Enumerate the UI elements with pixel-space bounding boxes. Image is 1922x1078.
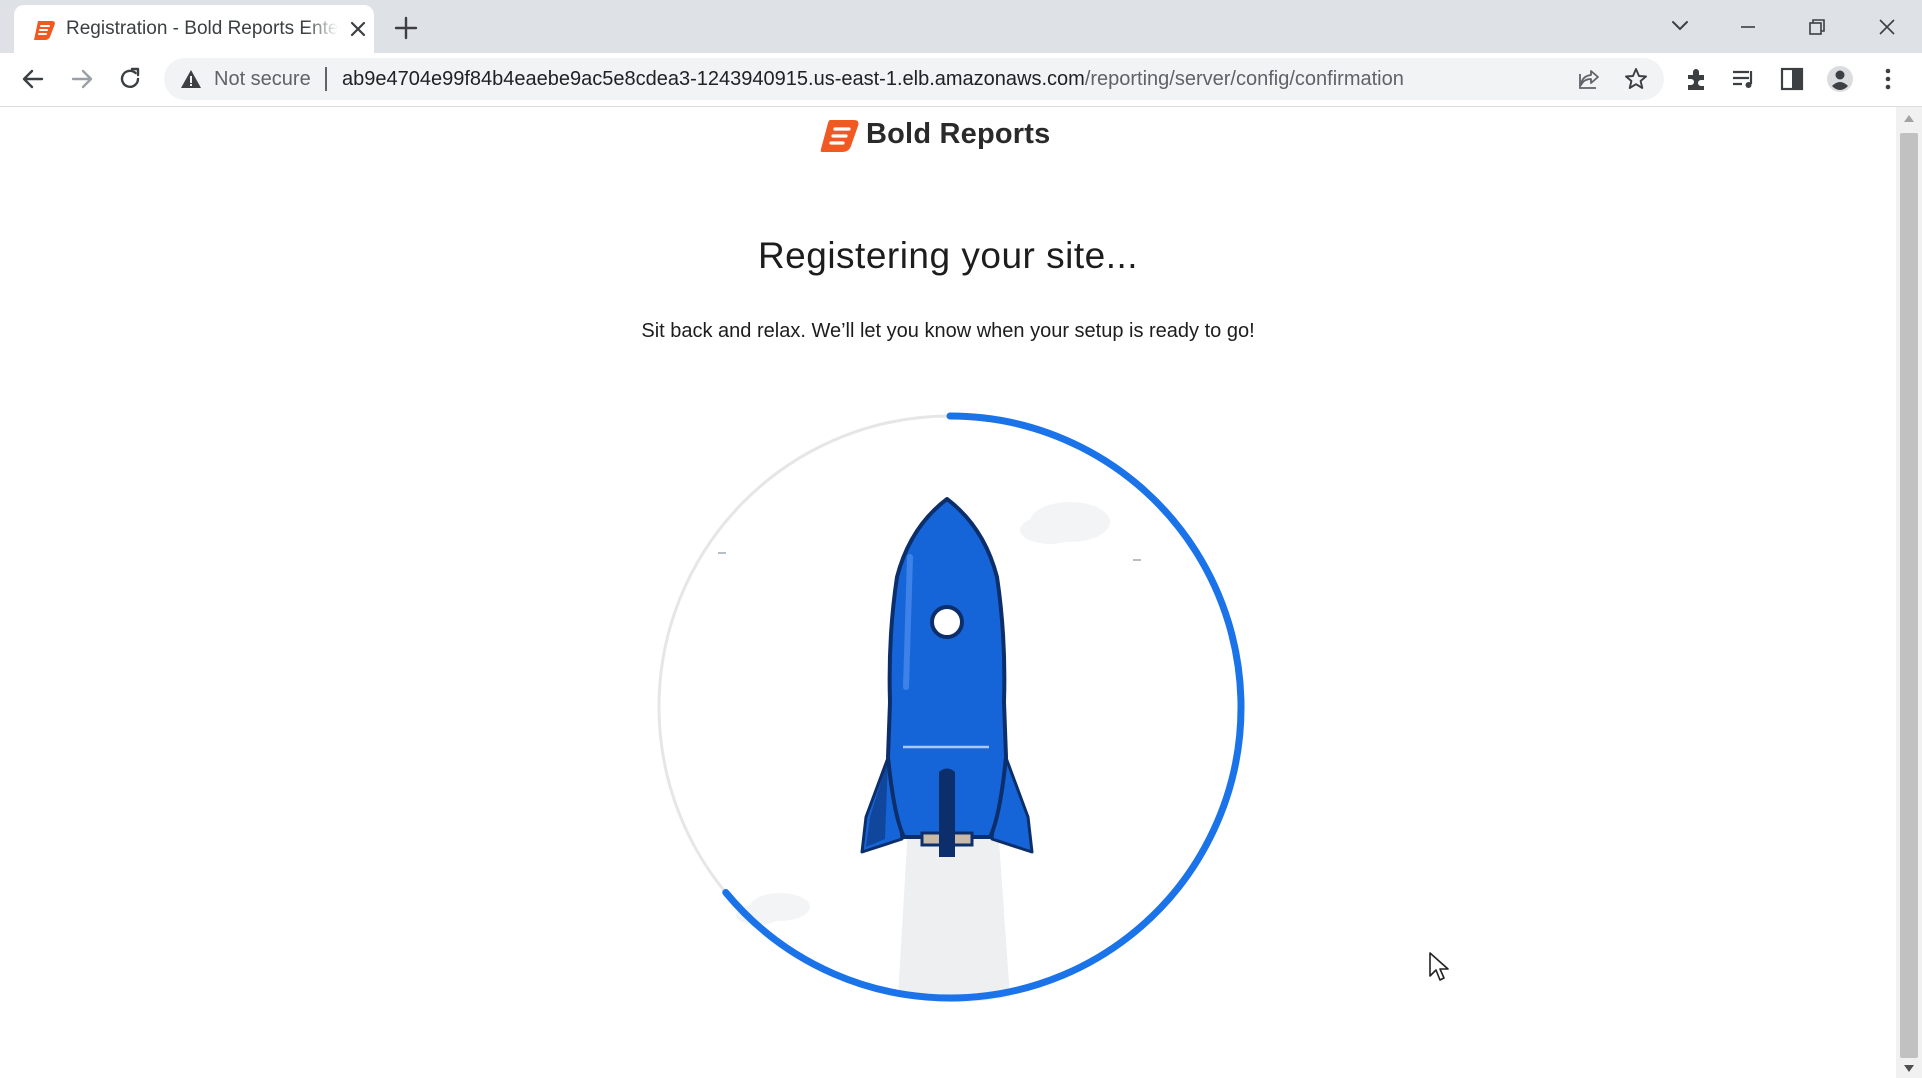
url-text[interactable]: ab9e4704e99f84b4eaebe9ac5e8cdea3-1243940… xyxy=(342,68,1404,91)
browser-toolbar: Not secure ab9e4704e99f84b4eaebe9ac5e8cd… xyxy=(0,53,1922,107)
back-icon[interactable] xyxy=(18,64,48,94)
not-secure-label[interactable]: Not secure xyxy=(214,68,311,91)
profile-icon[interactable] xyxy=(1825,64,1855,94)
registration-progress-loader xyxy=(657,412,1245,1002)
browser-tab[interactable]: Registration - Bold Reports Enterprise xyxy=(14,5,374,53)
page-subtitle: Sit back and relax. We’ll let you know w… xyxy=(641,320,1255,342)
bold-reports-favicon-icon xyxy=(34,21,55,40)
tab-strip: Registration - Bold Reports Enterprise xyxy=(0,0,1922,53)
new-tab-plus-icon[interactable] xyxy=(392,14,420,42)
tab-title: Registration - Bold Reports Enterprise xyxy=(66,18,338,39)
scroll-up-arrow-icon[interactable] xyxy=(1904,115,1914,122)
forward-icon[interactable] xyxy=(67,64,97,94)
rocket-illustration xyxy=(860,497,1034,857)
scrollbar-thumb[interactable] xyxy=(1900,133,1918,1058)
bookmark-star-icon[interactable] xyxy=(1623,66,1649,92)
brand-name: Bold Reports xyxy=(866,118,1051,150)
bold-reports-logo-icon xyxy=(820,120,859,152)
scroll-down-arrow-icon[interactable] xyxy=(1904,1065,1914,1072)
media-control-icon[interactable] xyxy=(1729,64,1759,94)
close-window-icon[interactable] xyxy=(1870,10,1904,44)
page-scrollbar[interactable] xyxy=(1896,107,1922,1078)
tab-search-icon[interactable] xyxy=(1667,13,1693,39)
warning-icon[interactable] xyxy=(180,68,202,90)
omnibox-separator xyxy=(325,67,327,91)
reload-icon[interactable] xyxy=(115,64,145,94)
page-title: Registering your site... xyxy=(757,235,1139,276)
extensions-icon[interactable] xyxy=(1682,64,1712,94)
restore-icon[interactable] xyxy=(1800,10,1834,44)
menu-icon[interactable] xyxy=(1873,64,1903,94)
tab-close-icon[interactable] xyxy=(348,19,368,39)
address-bar[interactable]: Not secure ab9e4704e99f84b4eaebe9ac5e8cd… xyxy=(164,58,1664,100)
share-icon[interactable] xyxy=(1576,66,1602,92)
page-viewport: Bold Reports Registering your site... Si… xyxy=(0,107,1896,1078)
mouse-pointer-icon xyxy=(1429,952,1449,981)
side-panel-icon[interactable] xyxy=(1777,64,1807,94)
minimize-icon[interactable] xyxy=(1731,10,1765,44)
url-path: /reporting/server/config/confirmation xyxy=(1084,68,1404,90)
url-host: ab9e4704e99f84b4eaebe9ac5e8cdea3-1243940… xyxy=(342,68,1085,90)
